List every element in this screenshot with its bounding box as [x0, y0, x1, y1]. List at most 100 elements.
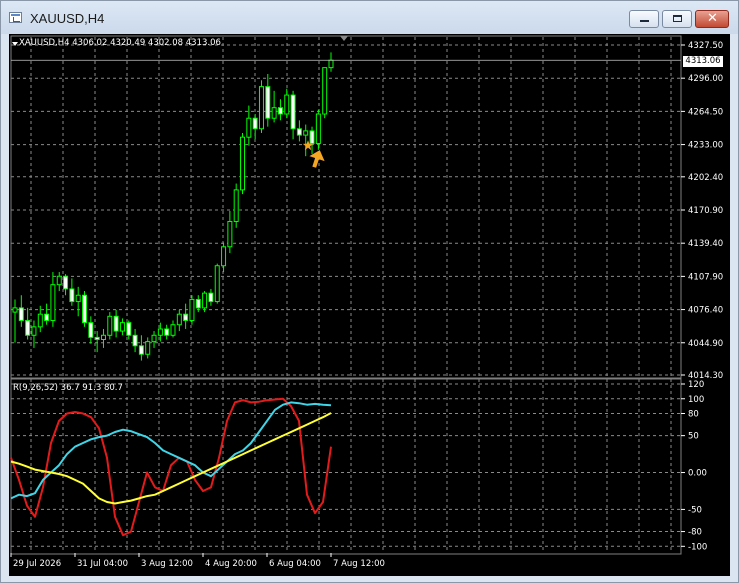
candle — [290, 90, 296, 140]
grid — [10, 35, 682, 555]
candle — [233, 183, 239, 228]
time-axis-label: 6 Aug 04:00 — [269, 559, 321, 569]
candle-body — [75, 294, 81, 303]
candle — [189, 295, 195, 325]
candle — [265, 73, 271, 127]
window-title: XAUUSD,H4 — [30, 11, 105, 26]
candle-body — [94, 336, 100, 340]
candle-body — [183, 313, 189, 322]
candle-body — [37, 313, 43, 328]
price-axis-label: 4327.50 — [688, 41, 723, 51]
time-axis-label: 4 Aug 20:00 — [205, 559, 257, 569]
price-axis-label: 4202.40 — [688, 173, 723, 183]
candle — [284, 88, 290, 119]
candle-body — [277, 107, 283, 115]
candle-body — [246, 117, 252, 138]
candle-body — [12, 307, 18, 313]
candle — [277, 99, 283, 121]
chart-window: XAUUSD,H4 ✕ 4327.50 4296.00 4264.50 4233.00… — [0, 0, 739, 583]
candle-body — [322, 67, 328, 115]
candle-body — [138, 345, 144, 355]
candle — [75, 286, 81, 317]
candle — [18, 295, 24, 327]
candle-body — [56, 275, 62, 286]
minimize-button[interactable] — [629, 10, 659, 28]
candle-body — [227, 220, 233, 248]
symbol-info: XAUUSD,H4 4306.02 4320.49 4302.08 4313.0… — [12, 38, 221, 48]
candle — [227, 210, 233, 254]
candle — [56, 272, 62, 292]
current-price-tag: 4313.06 — [683, 56, 723, 67]
candle-body — [284, 94, 290, 115]
chart-shift-marker — [340, 36, 348, 41]
indicator-line-cyan — [10, 401, 332, 500]
chart-canvas[interactable]: 4327.50 4296.00 4264.50 4233.00 4202.40 4170.… — [9, 34, 730, 576]
candle — [303, 124, 309, 157]
indicator-axis-label: 50 — [688, 432, 699, 442]
candle — [183, 303, 189, 329]
candle — [164, 324, 170, 340]
candle — [12, 299, 18, 343]
price-axis-label: 4170.90 — [688, 206, 723, 216]
candle-body — [296, 128, 302, 136]
candle — [202, 291, 208, 313]
indicator-axis-label: 100 — [688, 395, 704, 405]
price-axis-label: 4264.50 — [688, 107, 723, 117]
candle-body — [44, 313, 50, 322]
close-button[interactable]: ✕ — [695, 10, 729, 28]
candle — [82, 291, 88, 327]
candle-body — [214, 265, 220, 303]
candle-body — [303, 130, 309, 136]
candle-body — [309, 130, 315, 145]
candle-body — [252, 117, 258, 130]
candle — [94, 331, 100, 353]
candle — [50, 272, 56, 327]
candle — [240, 132, 246, 195]
candle — [315, 109, 321, 150]
candle — [88, 316, 94, 344]
price-axis-label: 4139.40 — [688, 239, 723, 249]
indicator-lines — [10, 397, 332, 537]
up-arrow-icon — [309, 150, 325, 168]
candle-body — [164, 328, 170, 336]
candle — [221, 242, 227, 273]
candle-body — [233, 189, 239, 222]
candle-body — [157, 328, 163, 336]
chart-area[interactable]: 4327.50 4296.00 4264.50 4233.00 4202.40 4170.… — [9, 34, 730, 576]
indicator-axis-label: -50 — [688, 505, 702, 515]
candle-body — [25, 320, 31, 336]
candle — [119, 318, 125, 336]
title-bar[interactable]: XAUUSD,H4 ✕ — [1, 1, 738, 34]
indicator-axis-label: -80 — [688, 528, 702, 538]
candle-body — [88, 322, 94, 338]
candle — [25, 307, 31, 340]
candle — [100, 328, 106, 348]
indicator-pane-border — [10, 377, 682, 555]
candle-body — [107, 315, 113, 336]
candle-body — [176, 313, 182, 326]
indicator-axis-label: 120 — [688, 380, 704, 390]
candle-body — [119, 322, 125, 332]
candle-body — [315, 113, 321, 145]
indicator-line-yellow — [10, 412, 332, 505]
maximize-icon — [673, 15, 682, 22]
candle — [176, 309, 182, 332]
candle — [252, 114, 258, 140]
candle-body — [170, 324, 176, 336]
candle — [132, 328, 138, 353]
time-axis-label: 31 Jul 04:00 — [77, 559, 128, 569]
indicator-axis-label: 80 — [688, 410, 699, 420]
candle — [328, 52, 334, 72]
candle-body — [290, 94, 296, 130]
candle — [322, 67, 328, 119]
candle — [31, 320, 37, 348]
candle-body — [145, 341, 151, 355]
price-axis-label: 4233.00 — [688, 141, 723, 151]
candle-body — [240, 136, 246, 191]
maximize-button[interactable] — [662, 10, 692, 28]
axes: 4327.50 4296.00 4264.50 4233.00 4202.40 4170.… — [10, 36, 723, 569]
indicator-axis-label: 0.00 — [688, 469, 707, 479]
time-axis-label: 3 Aug 12:00 — [141, 559, 193, 569]
candle-body — [50, 284, 56, 322]
candle — [151, 331, 157, 348]
